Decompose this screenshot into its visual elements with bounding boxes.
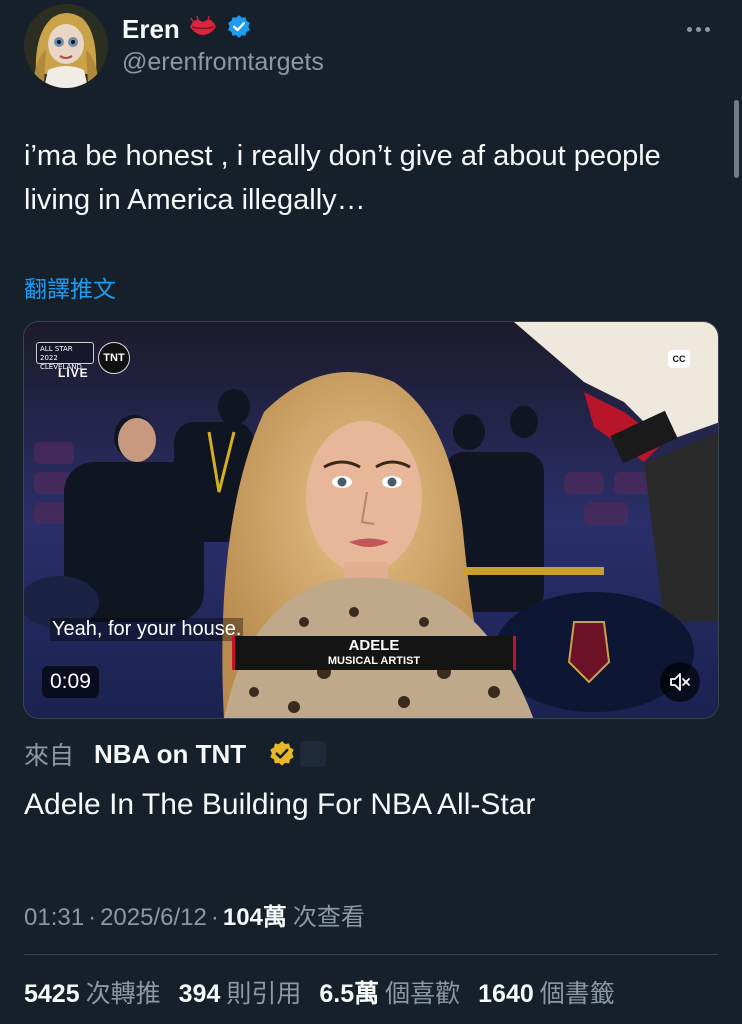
video-time: 0:09 — [42, 666, 99, 698]
display-name[interactable]: Eren — [122, 14, 180, 45]
stat-quotes[interactable]: 394 則引用 — [179, 974, 302, 1010]
dot-icon — [695, 26, 701, 32]
lower-third-name: ADELE — [348, 637, 400, 654]
handle[interactable]: @erenfromtargets — [122, 48, 324, 77]
scrollbar[interactable] — [734, 100, 739, 178]
stat-value: 1640 — [478, 980, 534, 1008]
more-options-button[interactable] — [678, 14, 718, 44]
stat-retweets[interactable]: 5425 次轉推 — [24, 974, 161, 1010]
source-account-name[interactable]: NBA on TNT — [94, 739, 246, 770]
video-player[interactable]: ALL STAR 2022 CLEVELAND TNT LIVE CC Yeah… — [23, 321, 719, 719]
kiss-lips-icon — [188, 15, 218, 44]
stat-value: 5425 — [24, 980, 80, 1008]
tweet-text: i’ma be honest , i really don’t give af … — [24, 140, 661, 216]
tweet-time[interactable]: 01:31 — [24, 904, 84, 932]
source-prefix: 來自 — [24, 741, 75, 770]
mute-button[interactable] — [660, 662, 700, 702]
stat-bookmarks[interactable]: 1640 個書籤 — [478, 974, 615, 1010]
tweet-meta: 01:31 · 2025/6/12 · 104萬 次查看 — [24, 897, 365, 932]
stat-likes[interactable]: 6.5萬 個喜歡 — [319, 974, 460, 1010]
live-label: LIVE — [58, 366, 89, 380]
translate-tweet-link[interactable]: 翻譯推文 — [24, 270, 116, 304]
allstar-event-badge: ALL STAR 2022 CLEVELAND — [36, 342, 94, 371]
tweet-date[interactable]: 2025/6/12 — [100, 904, 207, 932]
stat-value: 394 — [178, 980, 221, 1008]
video-caption: Yeah, for your house. — [50, 618, 244, 641]
speaker-muted-icon — [670, 673, 690, 691]
engagement-stats: 5425 次轉推 394 則引用 6.5萬 個喜歡 1640 個書籤 — [24, 974, 633, 1010]
stat-value: 6.5萬 — [319, 980, 380, 1008]
meta-separator: · — [210, 904, 219, 931]
tweet-header: Eren @erenfromtargets — [24, 4, 718, 88]
lower-third: ADELE MUSICAL ARTIST — [232, 636, 516, 670]
gold-verified-badge-icon[interactable] — [268, 740, 296, 768]
stat-label: 個喜歡 — [385, 979, 461, 1008]
lower-third-role: MUSICAL ARTIST — [327, 655, 421, 667]
affiliate-badge-icon[interactable] — [300, 741, 327, 767]
meta-separator: · — [88, 904, 97, 931]
name-row: Eren — [122, 14, 252, 45]
video-source-row: 來自 NBA on TNT — [24, 736, 327, 772]
views-count: 104萬 — [222, 904, 287, 931]
tnt-logo: TNT — [98, 342, 130, 374]
stat-label: 次轉推 — [85, 979, 161, 1008]
views-label: 次查看 — [292, 903, 365, 931]
divider — [24, 954, 718, 955]
stat-label: 則引用 — [226, 979, 302, 1008]
closed-captions-button[interactable]: CC — [668, 350, 690, 368]
verified-badge-icon[interactable] — [226, 14, 252, 45]
avatar[interactable] — [24, 4, 108, 88]
dot-icon — [704, 26, 710, 32]
stat-label: 個書籤 — [539, 979, 615, 1008]
dot-icon — [686, 26, 692, 32]
tweet-detail-page: Eren @erenfromtargets i’ma be honest , i… — [0, 0, 742, 1024]
video-title: Adele In The Building For NBA All-Star — [24, 788, 536, 821]
